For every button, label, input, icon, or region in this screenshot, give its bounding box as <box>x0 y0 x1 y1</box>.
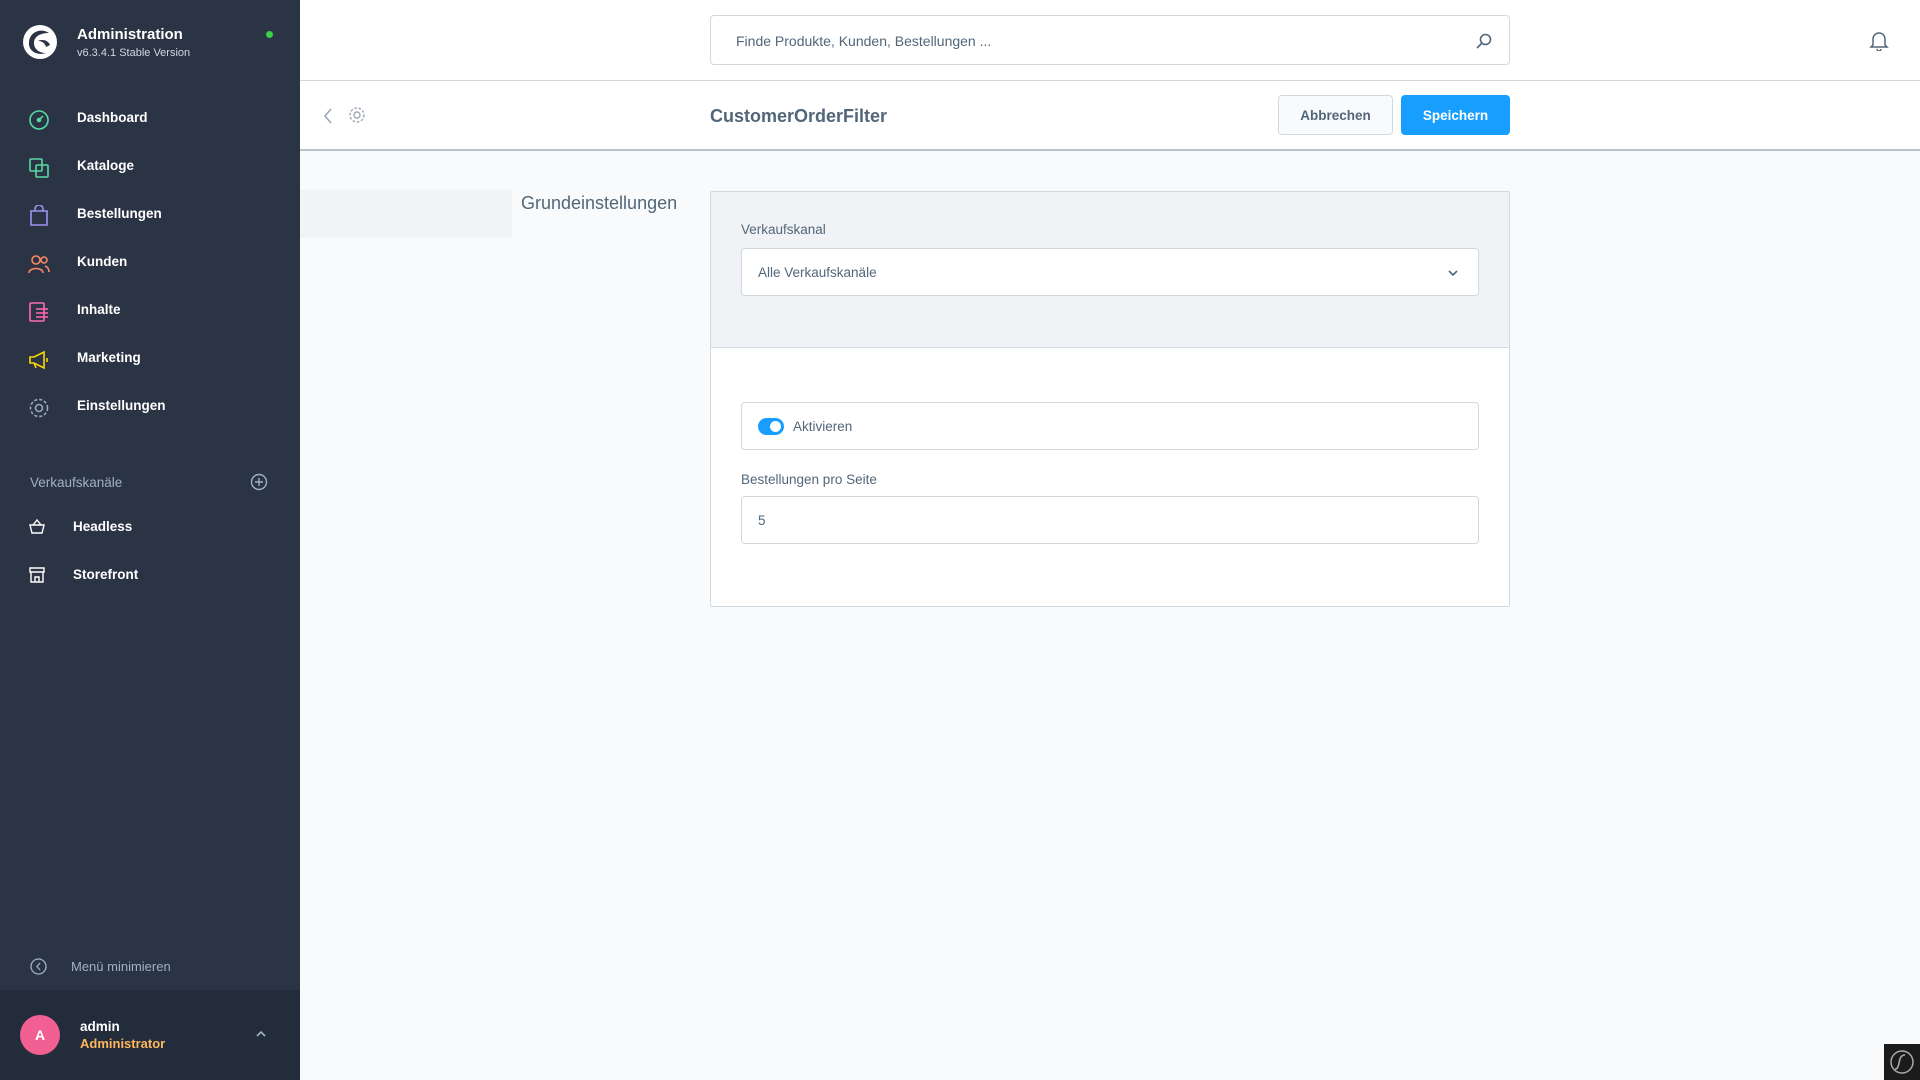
content-icon <box>29 302 48 322</box>
storefront-icon <box>29 567 45 583</box>
sidebar-item-label: Einstellungen <box>77 398 166 413</box>
avatar: A <box>20 1015 60 1055</box>
settings-side-tab[interactable] <box>300 190 512 238</box>
sidebar-item-label: Storefront <box>73 567 139 582</box>
sidebar-item-dashboard[interactable]: Dashboard <box>0 95 300 143</box>
settings-icon <box>29 398 49 418</box>
sidebar-item-marketing[interactable]: Marketing <box>0 335 300 383</box>
sidebar-item-label: Dashboard <box>77 110 148 125</box>
sidebar-item-storefront[interactable]: Storefront <box>0 555 300 595</box>
chevron-left-circle-icon <box>30 958 47 975</box>
brand-version: v6.3.4.1 Stable Version <box>77 47 191 59</box>
sidebar-item-label: Headless <box>73 519 133 534</box>
status-dot <box>266 31 273 38</box>
add-circle-icon[interactable] <box>250 473 268 491</box>
gear-icon[interactable] <box>348 106 366 124</box>
minimize-menu-button[interactable]: Menü minimieren <box>0 952 300 980</box>
orders-per-page-label: Bestellungen pro Seite <box>741 472 877 487</box>
brand: Administration v6.3.4.1 Stable Version <box>0 0 300 88</box>
search-placeholder: Finde Produkte, Kunden, Bestellungen ... <box>736 33 992 49</box>
page-title: CustomerOrderFilter <box>710 106 888 126</box>
smart-bar: CustomerOrderFilter Abbrechen Speichern <box>300 81 1920 151</box>
chevron-up-icon[interactable] <box>255 1028 267 1040</box>
activate-label: Aktivieren <box>793 419 853 434</box>
shopware-logo-icon <box>23 25 57 59</box>
sidebar-item-settings[interactable]: Einstellungen <box>0 383 300 431</box>
save-button[interactable]: Speichern <box>1401 95 1510 135</box>
sidebar-item-label: Marketing <box>77 350 141 365</box>
user-role: Administrator <box>80 1036 166 1051</box>
main-nav: Dashboard Kataloge Bestellungen Kunden I… <box>0 95 300 431</box>
sidebar-item-label: Bestellungen <box>77 206 162 221</box>
activate-toggle[interactable] <box>758 418 784 435</box>
user-name: admin <box>80 1019 120 1034</box>
top-bar: Finde Produkte, Kunden, Bestellungen ... <box>300 0 1920 81</box>
sales-channels-title: Verkaufskanäle <box>30 475 123 490</box>
catalog-icon <box>29 158 49 178</box>
search-input[interactable]: Finde Produkte, Kunden, Bestellungen ... <box>710 15 1510 65</box>
search-icon[interactable] <box>1475 32 1493 50</box>
activate-field: Aktivieren <box>741 402 1479 450</box>
bell-icon[interactable] <box>1868 29 1890 51</box>
minimize-menu-label: Menü minimieren <box>71 959 171 974</box>
sales-channels-header: Verkaufskanäle <box>30 473 270 493</box>
chevron-down-icon <box>1448 270 1458 277</box>
sidebar-item-orders[interactable]: Bestellungen <box>0 191 300 239</box>
cancel-button[interactable]: Abbrechen <box>1278 95 1393 135</box>
symfony-toolbar-badge[interactable] <box>1884 1044 1920 1080</box>
toggle-knob <box>770 421 781 432</box>
sidebar-item-label: Kataloge <box>77 158 135 173</box>
orders-per-page-input[interactable]: 5 <box>741 496 1479 544</box>
settings-card: Verkaufskanal Alle Verkaufskanäle Aktivi… <box>710 191 1510 607</box>
basket-icon <box>29 518 45 534</box>
dashboard-icon <box>29 110 49 130</box>
sidebar-item-headless[interactable]: Headless <box>0 507 300 547</box>
sidebar: Administration v6.3.4.1 Stable Version D… <box>0 0 300 1080</box>
sales-channel-section: Verkaufskanal Alle Verkaufskanäle <box>711 192 1509 348</box>
symfony-icon <box>1890 1050 1914 1074</box>
brand-title: Administration <box>77 26 183 43</box>
user-menu[interactable]: A admin Administrator <box>0 990 300 1080</box>
sales-channel-value: Alle Verkaufskanäle <box>758 265 877 280</box>
sidebar-item-customers[interactable]: Kunden <box>0 239 300 287</box>
chevron-left-icon[interactable] <box>320 106 336 126</box>
marketing-icon <box>29 350 48 370</box>
orders-per-page-value: 5 <box>758 513 766 528</box>
sidebar-item-label: Inhalte <box>77 302 121 317</box>
orders-icon <box>30 205 48 226</box>
section-label: Grundeinstellungen <box>521 193 678 213</box>
customers-icon <box>28 255 50 274</box>
sales-channel-select[interactable]: Alle Verkaufskanäle <box>741 248 1479 296</box>
sidebar-item-catalog[interactable]: Kataloge <box>0 143 300 191</box>
sidebar-item-label: Kunden <box>77 254 128 269</box>
sales-channel-label: Verkaufskanal <box>741 222 826 237</box>
sidebar-item-content[interactable]: Inhalte <box>0 287 300 335</box>
